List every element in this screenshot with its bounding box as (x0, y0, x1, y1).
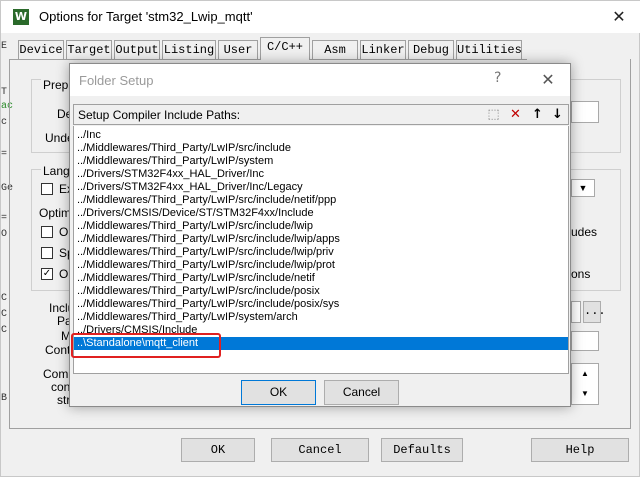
list-item[interactable]: ../Inc (77, 129, 101, 142)
tab-linker[interactable]: Linker (360, 40, 406, 59)
tab-target[interactable]: Target (66, 40, 112, 59)
include-paths-header: Setup Compiler Include Paths: ⬚ ✕ ↑ ↓ (73, 104, 569, 125)
left-fragment: E (1, 41, 8, 52)
delete-icon[interactable]: ✕ (506, 106, 525, 123)
move-up-icon[interactable]: ↑ (528, 106, 547, 123)
list-item[interactable]: ../Middlewares/Third_Party/LwIP/src/incl… (77, 142, 291, 155)
annotation-highlight-box (71, 333, 221, 358)
one-elf-checkbox[interactable]: ✓ (41, 268, 53, 280)
left-fragment: c (1, 117, 8, 128)
left-fragment: = (1, 149, 8, 160)
left-fragment: T (1, 87, 8, 98)
optimize-checkbox[interactable] (41, 226, 53, 238)
tab-device[interactable]: Device (18, 40, 64, 59)
left-fragment: C (1, 293, 8, 304)
list-item[interactable]: ../Drivers/CMSIS/Device/ST/STM32F4xx/Inc… (77, 207, 314, 220)
folder-setup-title: Folder Setup (79, 73, 154, 88)
includes-label: udes (571, 225, 598, 239)
left-fragment: C (1, 325, 8, 336)
list-item[interactable]: ../Middlewares/Third_Party/LwIP/src/incl… (77, 220, 313, 233)
defaults-button[interactable]: Defaults (381, 438, 463, 462)
new-folder-icon[interactable]: ⬚ (484, 106, 503, 123)
compiler-string-scroll[interactable]: ▲ ▼ (571, 363, 599, 405)
list-item[interactable]: ../Drivers/STM32F4xx_HAL_Driver/Inc (77, 168, 264, 181)
list-item[interactable]: ../Middlewares/Third_Party/LwIP/system (77, 155, 273, 168)
close-icon[interactable]: ✕ (536, 68, 560, 92)
split-checkbox[interactable] (41, 247, 53, 259)
misc-controls-field[interactable] (571, 331, 599, 351)
left-fragment: B (1, 393, 8, 404)
help-button[interactable]: Help (531, 438, 629, 462)
list-item[interactable]: ../Middlewares/Third_Party/LwIP/src/incl… (77, 298, 339, 311)
define-field[interactable] (571, 101, 599, 123)
list-item[interactable]: ../Drivers/STM32F4xx_HAL_Driver/Inc/Lega… (77, 181, 303, 194)
list-item[interactable]: ../Middlewares/Third_Party/LwIP/src/incl… (77, 272, 315, 285)
list-item[interactable]: ../Middlewares/Third_Party/LwIP/src/incl… (77, 194, 336, 207)
tab-c-cpp[interactable]: C/C++ (260, 37, 310, 60)
ok-button[interactable]: OK (181, 438, 255, 462)
tab-listing[interactable]: Listing (162, 40, 216, 59)
list-item[interactable]: ../Middlewares/Third_Party/LwIP/src/incl… (77, 233, 340, 246)
browse-button[interactable]: ... (583, 301, 606, 323)
tab-debug[interactable]: Debug (408, 40, 454, 59)
tab-user[interactable]: User (218, 40, 258, 59)
move-down-icon[interactable]: ↓ (548, 106, 567, 123)
include-paths-label: Setup Compiler Include Paths: (78, 108, 241, 122)
app-icon: W (13, 9, 29, 25)
options-label: ons (571, 267, 591, 281)
list-item[interactable]: ../Middlewares/Third_Party/LwIP/src/incl… (77, 259, 335, 272)
tab-utilities[interactable]: Utilities (456, 40, 522, 59)
execute-only-checkbox[interactable] (41, 183, 53, 195)
left-fragment: C (1, 309, 8, 320)
folder-setup-cancel-button[interactable]: Cancel (324, 380, 399, 405)
left-fragment: = (1, 213, 8, 224)
help-icon[interactable]: ? (494, 70, 501, 86)
close-icon[interactable]: ✕ (607, 5, 631, 29)
window-title: Options for Target 'stm32_Lwip_mqtt' (39, 9, 253, 24)
cancel-button[interactable]: Cancel (271, 438, 369, 462)
tab-output[interactable]: Output (114, 40, 160, 59)
language-dropdown[interactable]: ▼ (571, 179, 595, 197)
list-item[interactable]: ../Middlewares/Third_Party/LwIP/src/incl… (77, 285, 320, 298)
folder-setup-ok-button[interactable]: OK (241, 380, 316, 405)
list-item[interactable]: ../Middlewares/Third_Party/LwIP/src/incl… (77, 246, 334, 259)
include-paths-field[interactable] (571, 301, 581, 323)
left-fragment: O (1, 229, 8, 240)
list-item[interactable]: ../Middlewares/Third_Party/LwIP/system/a… (77, 311, 298, 324)
tab-asm[interactable]: Asm (312, 40, 358, 59)
